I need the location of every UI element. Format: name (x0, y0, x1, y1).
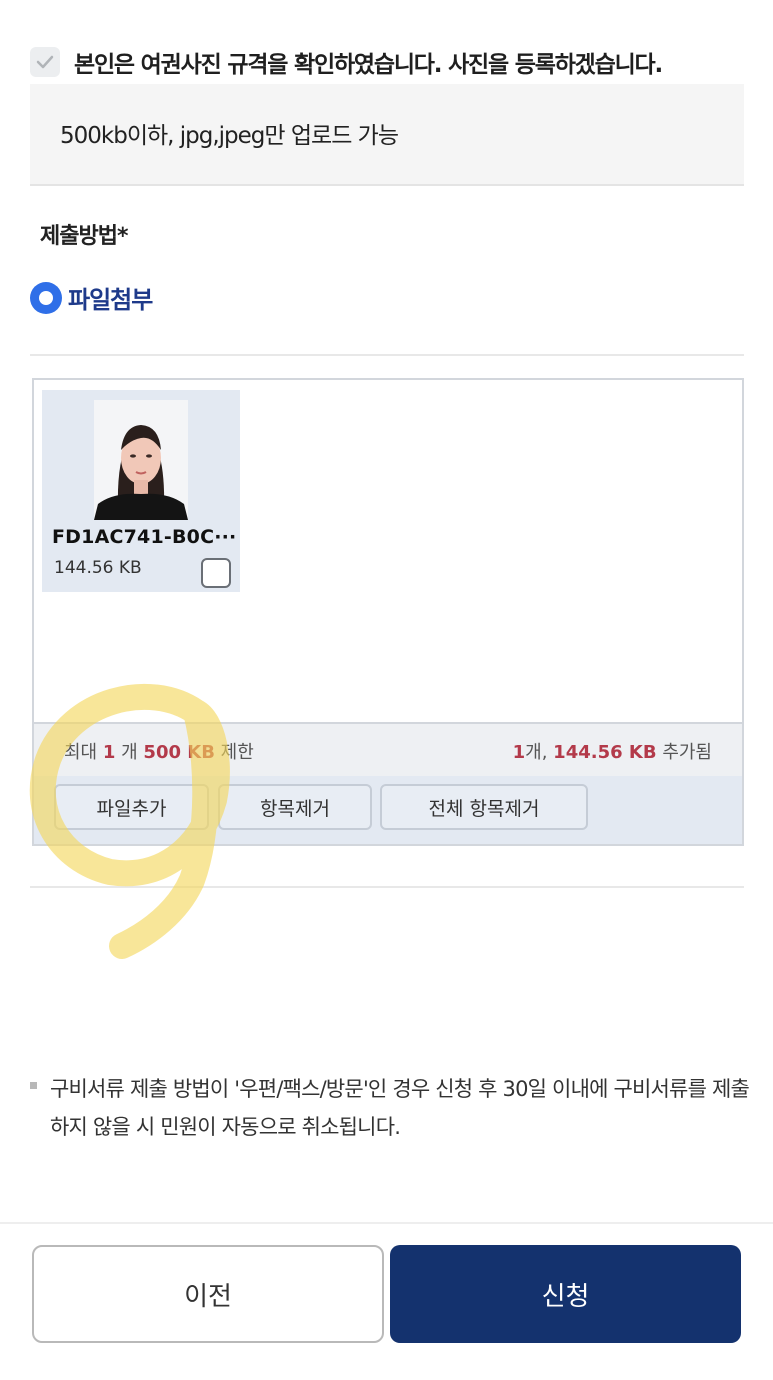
upload-notice-text: 500kb이하, jpg,jpeg만 업로드 가능 (60, 123, 399, 149)
apply-button[interactable]: 신청 (390, 1245, 741, 1343)
consent-row[interactable]: 본인은 여권사진 규격을 확인하였습니다. 사진을 등록하겠습니다. (30, 44, 744, 80)
file-name: FD1AC741-B0C··· (52, 526, 237, 548)
file-item-card[interactable]: FD1AC741-B0C··· 144.56 KB (42, 390, 240, 592)
check-icon (36, 55, 54, 69)
file-upload-panel: FD1AC741-B0C··· 144.56 KB 최대 1 개 500 KB … (32, 378, 744, 846)
submission-option-label: 파일첨부 (68, 286, 153, 314)
previous-button[interactable]: 이전 (32, 1245, 384, 1343)
upload-limit-text: 최대 1 개 500 KB 제한 (64, 742, 254, 763)
remove-all-items-button[interactable]: 전체 항목제거 (380, 784, 588, 830)
divider (30, 354, 744, 356)
photo-thumbnail-image (94, 400, 188, 520)
add-file-button[interactable]: 파일추가 (54, 784, 209, 830)
cancellation-note-text: 구비서류 제출 방법이 '우편/팩스/방문'인 경우 신청 후 30일 이내에 … (50, 1077, 750, 1139)
remove-item-button[interactable]: 항목제거 (218, 784, 372, 830)
consent-label: 본인은 여권사진 규격을 확인하였습니다. 사진을 등록하겠습니다. (74, 52, 663, 78)
file-thumbnail (94, 400, 188, 520)
upload-info-bar: 최대 1 개 500 KB 제한 1개, 144.56 KB 추가됨 (34, 722, 742, 778)
footer-divider (0, 1222, 773, 1224)
submission-option-file[interactable]: 파일첨부 (30, 280, 153, 315)
upload-notice-box: 500kb이하, jpg,jpeg만 업로드 가능 (30, 84, 744, 186)
file-size: 144.56 KB (54, 558, 142, 578)
submission-method-label: 제출방법* (40, 224, 128, 249)
divider (30, 886, 744, 888)
consent-checkbox[interactable] (30, 47, 60, 77)
radio-selected-icon[interactable] (30, 281, 62, 314)
upload-button-bar: 파일추가 항목제거 전체 항목제거 (34, 776, 742, 844)
bullet-icon (30, 1082, 37, 1089)
file-select-checkbox[interactable] (201, 558, 231, 588)
upload-added-text: 1개, 144.56 KB 추가됨 (512, 742, 712, 763)
